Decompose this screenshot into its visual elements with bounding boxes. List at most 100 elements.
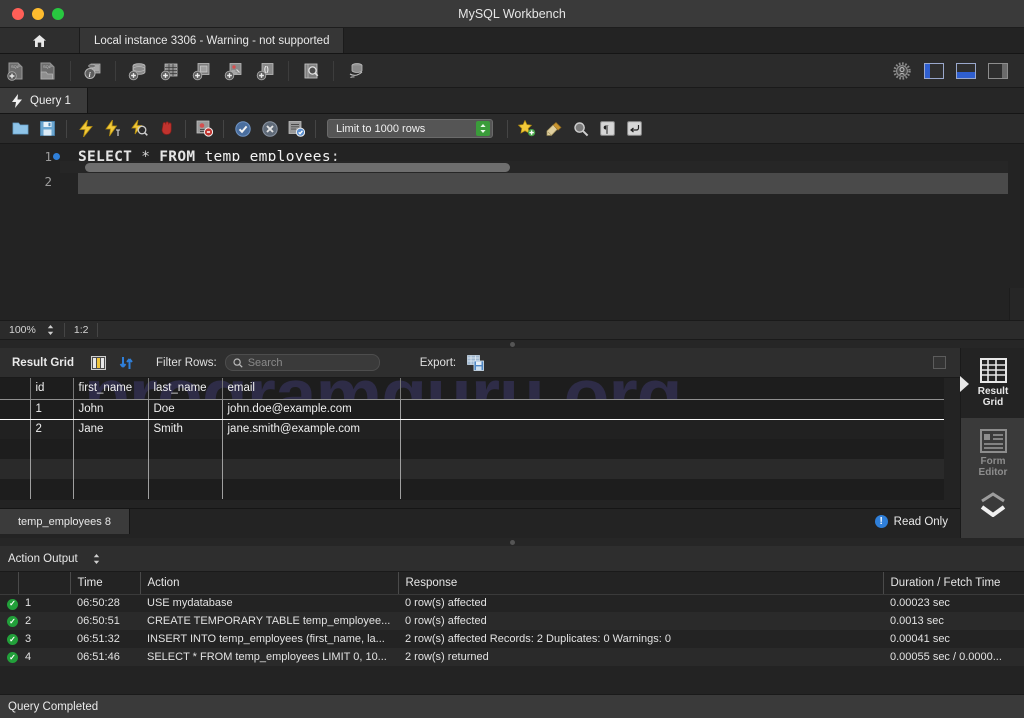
explain-button[interactable] (127, 117, 152, 141)
chevron-down-icon[interactable] (980, 504, 1006, 517)
refresh-button[interactable] (116, 353, 138, 373)
breakpoint-marker-icon[interactable] (53, 153, 60, 160)
settings-gear-button[interactable] (888, 58, 916, 84)
cell-id[interactable]: 2 (30, 419, 74, 439)
rollback-button[interactable] (257, 117, 282, 141)
cell-email[interactable]: john.doe@example.com (222, 398, 401, 420)
editor-results-splitter[interactable] (0, 340, 1024, 348)
ao-header-time[interactable]: Time (70, 572, 141, 595)
action-output-selector-icon[interactable] (92, 553, 101, 565)
open-file-button[interactable] (8, 117, 33, 141)
side-panel-scroll-controls[interactable] (961, 492, 1024, 517)
editor-horizontal-scrollbar-thumb[interactable] (85, 163, 510, 172)
ao-header-duration[interactable]: Duration / Fetch Time (883, 572, 1024, 595)
result-set-tab-temp-employees[interactable]: temp_employees 8 (0, 509, 130, 534)
column-header-id[interactable]: id (30, 378, 74, 400)
cell-empty[interactable] (222, 479, 401, 499)
result-grid-table-wrapper[interactable]: programguru.org id first_name last_name … (0, 378, 944, 500)
ao-header-action[interactable]: Action (140, 572, 399, 595)
row-selector-cell[interactable] (0, 459, 31, 479)
cell-empty[interactable] (73, 439, 149, 459)
toggle-stop-on-error-button[interactable] (192, 117, 217, 141)
row-selector-header[interactable] (0, 378, 31, 400)
table-row[interactable]: 2 Jane Smith jane.smith@example.com (0, 419, 944, 439)
invisible-chars-icon: ¶ (600, 121, 615, 136)
row-selector-cell[interactable] (0, 419, 31, 439)
action-output-row[interactable]: ✓ 3 06:51:32 INSERT INTO temp_employees … (0, 630, 1024, 648)
autocommit-button[interactable] (284, 117, 309, 141)
commit-button[interactable] (230, 117, 255, 141)
toggle-field-types-button[interactable] (933, 356, 946, 369)
cell-id[interactable]: 1 (30, 398, 74, 420)
toggle-output-button[interactable] (952, 58, 980, 84)
wrap-lines-button[interactable] (622, 117, 647, 141)
toggle-sidebar-button[interactable] (920, 58, 948, 84)
row-selector-cell[interactable] (0, 398, 31, 420)
limit-rows-stepper[interactable] (476, 121, 490, 136)
cell-empty[interactable] (73, 479, 149, 499)
side-panel-item-form-editor[interactable]: Form Editor (961, 418, 1024, 488)
grid-columns-button[interactable] (88, 353, 110, 373)
cell-email[interactable]: jane.smith@example.com (222, 419, 401, 439)
reconnect-dbms-button[interactable] (342, 58, 370, 84)
minimize-window-button[interactable] (32, 7, 44, 20)
stop-button[interactable] (154, 117, 179, 141)
ao-header-response[interactable]: Response (398, 572, 884, 595)
home-tab[interactable] (0, 28, 80, 53)
cell-last-name[interactable]: Smith (148, 419, 223, 439)
side-panel-item-result-grid[interactable]: Result Grid (961, 348, 1024, 418)
save-snippet-button[interactable] (514, 117, 539, 141)
execute-current-button[interactable] (100, 117, 125, 141)
column-header-first-name[interactable]: first_name (73, 378, 149, 400)
table-row-empty[interactable] (0, 479, 944, 499)
beautify-button[interactable] (541, 117, 566, 141)
maximize-window-button[interactable] (52, 7, 64, 20)
chevron-up-icon[interactable] (980, 492, 1006, 503)
cell-empty[interactable] (30, 439, 74, 459)
save-file-button[interactable] (35, 117, 60, 141)
table-row[interactable]: 1 John Doe john.doe@example.com (0, 398, 944, 420)
action-output-row[interactable]: ✓ 1 06:50:28 USE mydatabase 0 row(s) aff… (0, 594, 1024, 612)
column-header-email[interactable]: email (222, 378, 401, 400)
create-table-button[interactable] (156, 58, 184, 84)
action-output-row[interactable]: ✓ 4 06:51:46 SELECT * FROM temp_employee… (0, 648, 1024, 666)
limit-rows-select[interactable]: Limit to 1000 rows (327, 119, 493, 138)
export-recordset-button[interactable] (464, 353, 486, 373)
create-procedure-button[interactable] (220, 58, 248, 84)
create-schema-button[interactable] (124, 58, 152, 84)
open-sql-script-button[interactable]: SQL (34, 58, 62, 84)
cell-first-name[interactable]: John (73, 398, 149, 420)
cell-last-name[interactable]: Doe (148, 398, 223, 420)
row-selector-cell[interactable] (0, 439, 31, 459)
action-output-row[interactable]: ✓ 2 06:50:51 CREATE TEMPORARY TABLE temp… (0, 612, 1024, 630)
close-window-button[interactable] (12, 7, 24, 20)
cell-empty[interactable] (148, 439, 223, 459)
cell-empty[interactable] (148, 459, 223, 479)
cell-empty[interactable] (30, 459, 74, 479)
column-header-last-name[interactable]: last_name (148, 378, 223, 400)
editor-zoom-stepper-icon[interactable] (46, 324, 55, 336)
table-row-empty[interactable] (0, 459, 944, 479)
invisible-chars-button[interactable]: ¶ (595, 117, 620, 141)
create-function-button[interactable]: () (252, 58, 280, 84)
cell-empty[interactable] (30, 479, 74, 499)
new-sql-tab-button[interactable]: SQL (2, 58, 30, 84)
toggle-secondary-sidebar-button[interactable] (984, 58, 1012, 84)
query-tab-query-1[interactable]: Query 1 (0, 88, 88, 113)
editor-zoom-control[interactable]: 100% (0, 321, 64, 339)
cell-empty[interactable] (222, 459, 401, 479)
search-data-button[interactable] (297, 58, 325, 84)
cell-first-name[interactable]: Jane (73, 419, 149, 439)
inspector-button[interactable]: i (79, 58, 107, 84)
row-selector-cell[interactable] (0, 479, 31, 499)
connection-tab-local-instance[interactable]: Local instance 3306 - Warning - not supp… (80, 28, 345, 53)
create-view-button[interactable] (188, 58, 216, 84)
execute-button[interactable] (73, 117, 98, 141)
table-row-empty[interactable] (0, 439, 944, 459)
filter-search-input[interactable]: Search (224, 354, 380, 371)
cell-empty[interactable] (222, 439, 401, 459)
find-button[interactable] (568, 117, 593, 141)
results-output-splitter[interactable] (0, 538, 1024, 546)
cell-empty[interactable] (73, 459, 149, 479)
cell-empty[interactable] (148, 479, 223, 499)
